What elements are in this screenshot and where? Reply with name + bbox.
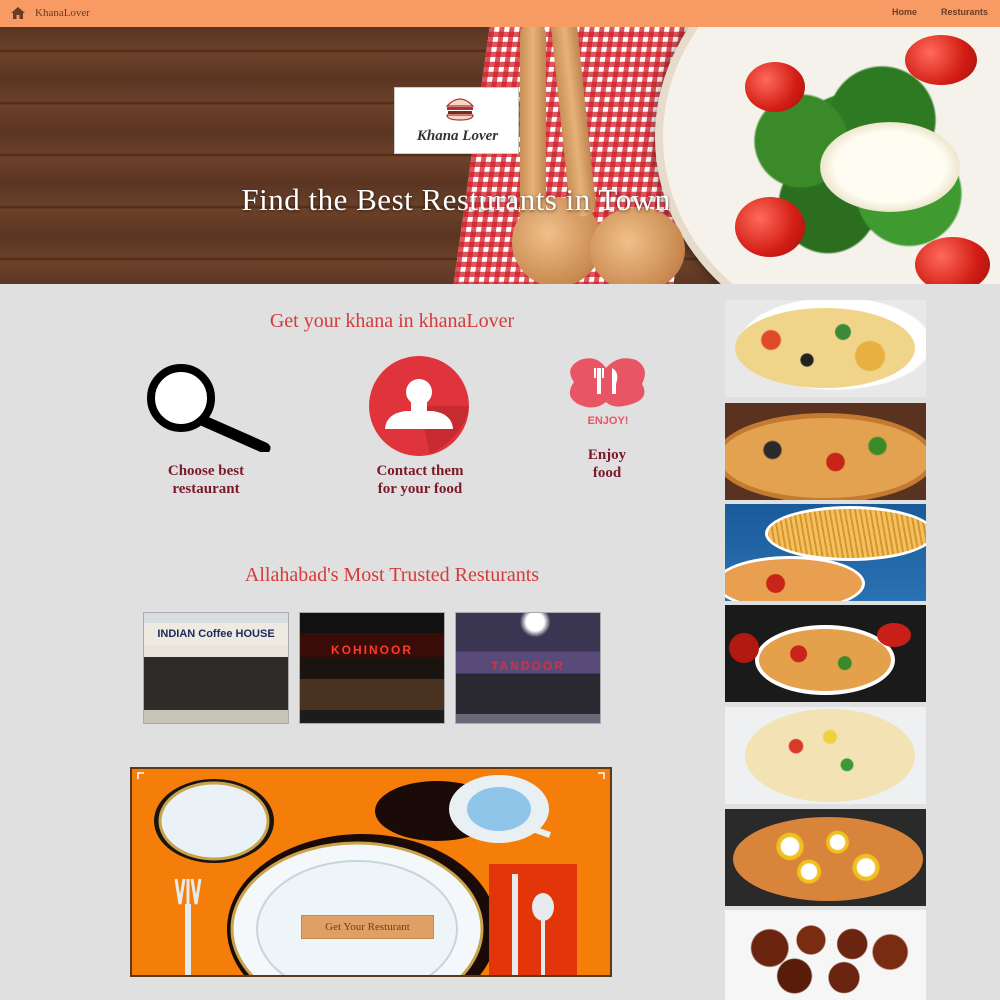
logo-text: Khana Lover xyxy=(416,128,499,144)
uttapam xyxy=(745,709,915,802)
feature-enjoy-line1: Enjoy xyxy=(587,447,627,463)
dish-thumb-uttapam[interactable] xyxy=(725,707,926,804)
dish-thumb-spaghetti[interactable] xyxy=(725,504,926,601)
nav-link-home[interactable]: Home xyxy=(892,7,917,17)
tomato xyxy=(915,237,990,284)
trusted-title: Allahabad's Most Trusted Resturants xyxy=(244,564,540,586)
hero-headline: Find the Best Resturants in Town xyxy=(241,182,671,217)
navbar-brand[interactable]: KhanaLover xyxy=(10,6,90,20)
nav-links: Home Resturants xyxy=(892,7,988,17)
spaghetti-plate xyxy=(765,506,926,561)
feature-choose-line2: restaurant xyxy=(172,481,240,497)
feature-enjoy-line2: food xyxy=(592,465,622,481)
nav-link-resturants[interactable]: Resturants xyxy=(941,7,988,17)
red-pepper xyxy=(877,623,911,647)
intro-title: Get your khana in khanaLover xyxy=(269,310,515,332)
gulab-jamun-bowl xyxy=(745,920,910,1000)
restaurant-photo-indian-coffee-house[interactable]: INDIAN Coffee HOUSE xyxy=(143,612,289,724)
dish-thumb-egg-curry[interactable] xyxy=(725,809,926,906)
restaurant-sign: INDIAN Coffee HOUSE xyxy=(144,623,288,645)
pizza xyxy=(755,625,895,695)
dish-thumb-pizza-board[interactable] xyxy=(725,605,926,702)
feature-contact-line2: for your food xyxy=(377,481,463,497)
enjoy-icon: ENJOY! xyxy=(569,358,645,427)
get-your-resturant-button[interactable]: Get Your Resturant xyxy=(301,915,434,939)
contact-icon xyxy=(369,356,469,456)
feature-contact-line1: Contact them xyxy=(376,463,464,479)
main-content: Get your khana in khanaLover Choose best… xyxy=(0,284,720,1000)
red-pepper xyxy=(729,633,759,663)
restaurant-sign: KOHINOOR xyxy=(331,643,413,657)
home-icon xyxy=(11,7,25,19)
search-icon xyxy=(147,364,271,452)
pizza xyxy=(725,413,926,500)
restaurant-photo-kohinoor[interactable]: KOHINOOR xyxy=(299,612,445,724)
dish-thumb-pizza[interactable] xyxy=(725,403,926,500)
tomato xyxy=(745,62,805,112)
dish-thumb-gulab-jamun[interactable] xyxy=(725,910,926,1000)
restaurant-sign: TANDOOR xyxy=(491,659,565,673)
feature-contact: Contact them for your food xyxy=(350,462,490,498)
tomato xyxy=(905,35,977,85)
burger-icon xyxy=(445,98,475,121)
restaurant-photo-tandoor[interactable]: TANDOOR xyxy=(455,612,601,724)
table-setting-illustration xyxy=(137,772,605,975)
site-logo: Khana Lover xyxy=(394,87,519,154)
pasta-bowl xyxy=(735,308,915,388)
dish-thumb-pasta-salad[interactable] xyxy=(725,300,926,397)
get-restaurant-banner: Get Your Resturant xyxy=(130,767,612,977)
navbar: KhanaLover Home Resturants xyxy=(0,0,1000,27)
brand-name: KhanaLover xyxy=(35,7,90,19)
feature-choose-line1: Choose best xyxy=(167,463,245,479)
egg-curry-pan xyxy=(733,817,923,901)
wooden-spoon-head xyxy=(590,207,685,284)
feature-choose: Choose best restaurant xyxy=(140,462,272,498)
pizza-plate xyxy=(725,556,865,601)
enjoy-badge-text: ENJOY! xyxy=(588,415,629,427)
feature-enjoy: Enjoy food xyxy=(566,446,648,482)
hero-banner: Khana Lover Find the Best Resturants in … xyxy=(0,27,1000,284)
